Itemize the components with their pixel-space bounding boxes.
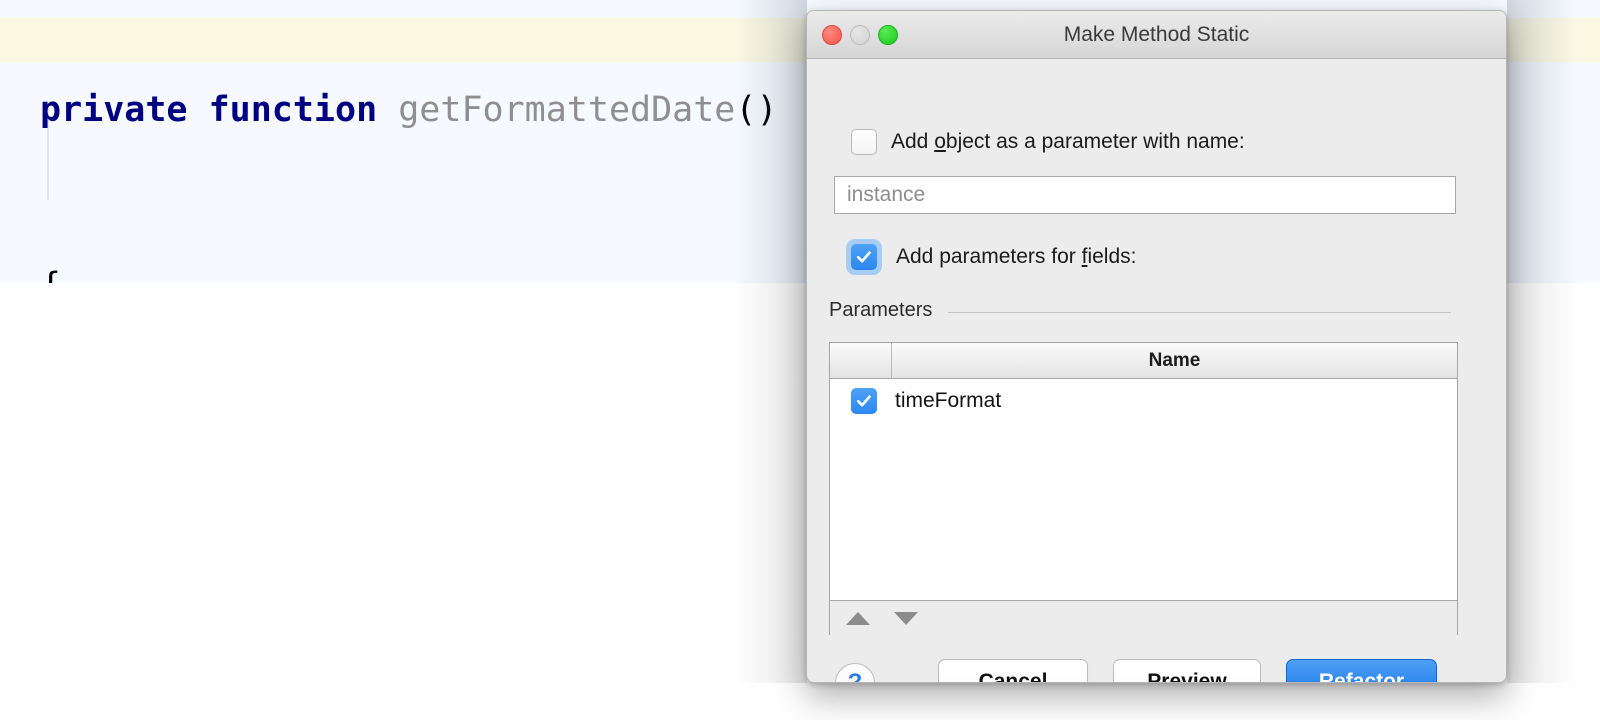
parameter-row-name: timeFormat [895, 389, 1002, 412]
add-object-label-before: Add [891, 130, 935, 153]
arrow-up-icon[interactable] [846, 612, 870, 625]
add-parameters-checkbox-row[interactable]: Add parameters for fields: [846, 239, 1136, 275]
checkmark-icon [856, 395, 871, 407]
help-button[interactable]: ? [835, 663, 875, 682]
parameters-column-name: Name [1148, 349, 1201, 371]
make-method-static-dialog: Make Method Static Add object as a param… [806, 10, 1507, 683]
parameters-table-toolbar [830, 600, 1457, 636]
add-parameters-checkbox[interactable] [851, 244, 877, 270]
dialog-titlebar[interactable]: Make Method Static [807, 11, 1506, 59]
add-parameters-label-after: ields: [1087, 245, 1137, 268]
object-name-input-value: instance [847, 183, 926, 206]
screen: private function getFormattedDate() { $f… [0, 0, 1600, 720]
add-parameters-label-before: Add parameters for [896, 245, 1082, 268]
parameters-group-separator [948, 312, 1451, 313]
add-object-label-after: bject as a parameter with name: [945, 130, 1245, 153]
code-line-1: private function getFormattedDate() [40, 88, 778, 132]
parameters-table-header: Name [830, 343, 1457, 379]
dialog-body: Add object as a parameter with name: ins… [807, 59, 1506, 682]
dialog-button-bar: ? Cancel Preview Refactor [807, 659, 1506, 682]
parameters-column-check [830, 343, 892, 378]
refactor-button[interactable]: Refactor [1286, 659, 1437, 682]
parameters-group-title: Parameters [829, 299, 933, 321]
add-parameters-checkbox-focus-ring [846, 239, 882, 275]
add-object-checkbox-row[interactable]: Add object as a parameter with name: [851, 129, 1245, 155]
code-token-punctuation: () [735, 90, 778, 130]
preview-button[interactable]: Preview [1113, 659, 1261, 682]
dialog-page-shadow-right [1507, 283, 1577, 683]
add-object-label-mnemonic: o [934, 130, 946, 153]
cancel-button[interactable]: Cancel [938, 659, 1088, 682]
add-object-checkbox[interactable] [851, 129, 877, 155]
parameters-table-panel: Name timeFormat [829, 342, 1458, 636]
object-name-input[interactable]: instance [834, 176, 1456, 214]
dialog-page-shadow-left [735, 283, 807, 683]
add-parameters-label: Add parameters for fields: [896, 245, 1136, 269]
code-content[interactable]: private function getFormattedDate() { $f… [40, 0, 778, 283]
code-token-brace-open: { [40, 266, 61, 283]
checkmark-icon [856, 251, 871, 263]
code-token-keyword: private function [40, 90, 399, 130]
parameter-row-checkbox[interactable] [851, 388, 877, 414]
arrow-down-icon[interactable] [894, 612, 918, 625]
parameters-table-body[interactable]: timeFormat [830, 379, 1457, 600]
add-object-label: Add object as a parameter with name: [891, 130, 1245, 154]
parameters-group-header: Parameters [829, 299, 1451, 322]
code-token-function-name: getFormattedDate [398, 90, 736, 130]
code-line-2: { [40, 264, 778, 283]
table-row[interactable]: timeFormat [830, 379, 1457, 423]
dialog-title: Make Method Static [1063, 23, 1250, 46]
